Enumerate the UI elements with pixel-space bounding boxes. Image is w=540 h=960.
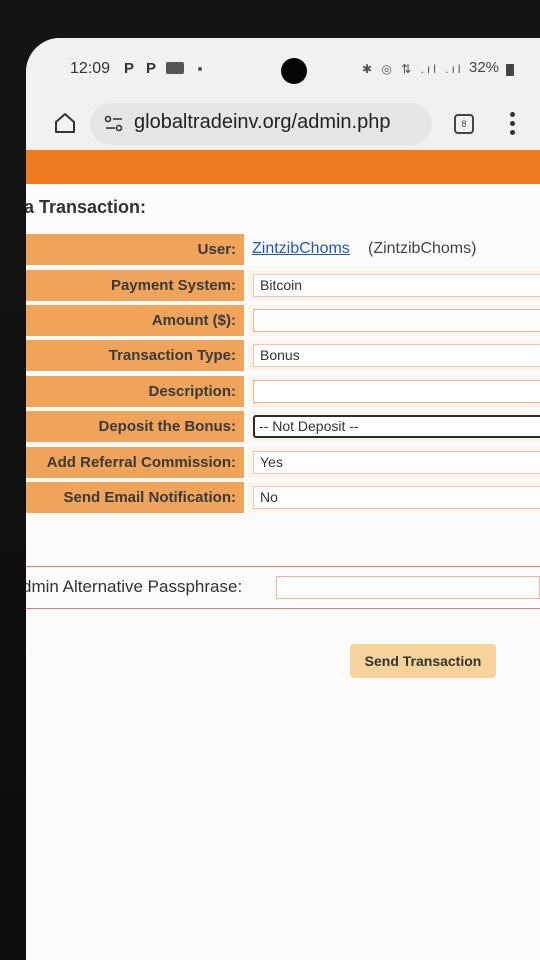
transaction-type-select[interactable]: Bonus bbox=[253, 344, 540, 367]
payment-system-select[interactable]: Bitcoin bbox=[253, 274, 540, 297]
form-label-deposit-bonus: Deposit the Bonus: bbox=[26, 411, 244, 442]
form-row-payment-system: Payment System: Bitcoin bbox=[26, 270, 540, 301]
admin-page: a Transaction: User: ZintzibChoms (Zintz… bbox=[26, 184, 540, 960]
form-label-amount: Amount ($): bbox=[26, 305, 244, 336]
browser-toolbar: globaltradeinv.org/admin.php 8 bbox=[26, 100, 540, 150]
form-label-payment-system: Payment System: bbox=[26, 270, 244, 301]
notification-dot-icon bbox=[198, 67, 202, 71]
browser-screen: 12:09 P P ✱ ◎ ⇅ .ıl .ıl 32% globaltradei… bbox=[26, 38, 540, 960]
form-row-deposit-bonus: Deposit the Bonus: -- Not Deposit -- bbox=[26, 411, 540, 442]
form-cell-deposit-bonus: -- Not Deposit -- bbox=[248, 411, 540, 442]
description-input[interactable] bbox=[253, 380, 540, 403]
more-menu-icon[interactable] bbox=[510, 112, 516, 138]
passphrase-label: dmin Alternative Passphrase: bbox=[26, 577, 243, 596]
front-camera bbox=[281, 58, 307, 84]
form-cell-transaction-type: Bonus bbox=[248, 340, 540, 371]
form-row-description: Description: bbox=[26, 376, 540, 407]
tab-switcher-icon[interactable]: 8 bbox=[454, 114, 474, 134]
referral-commission-select[interactable]: Yes bbox=[253, 451, 540, 474]
form-label-email-notification: Send Email Notification: bbox=[26, 482, 244, 513]
divider bbox=[26, 566, 540, 567]
form-row-transaction-type: Transaction Type: Bonus bbox=[26, 340, 540, 371]
url-text: globaltradeinv.org/admin.php bbox=[134, 111, 391, 133]
form-label-user: User: bbox=[26, 234, 244, 265]
passphrase-input[interactable] bbox=[276, 576, 540, 599]
status-bar: 12:09 P P ✱ ◎ ⇅ .ıl .ıl 32% bbox=[26, 38, 540, 100]
form-cell-referral-commission: Yes bbox=[248, 447, 540, 478]
form-row-amount: Amount ($): bbox=[26, 305, 540, 336]
notification-p-icon: P bbox=[146, 60, 157, 77]
divider bbox=[26, 608, 540, 609]
form-label-referral-commission: Add Referral Commission: bbox=[26, 447, 244, 478]
home-icon[interactable] bbox=[52, 110, 78, 136]
email-notification-select[interactable]: No bbox=[253, 486, 540, 509]
page-title: a Transaction: bbox=[26, 197, 147, 217]
connectivity-icons: ✱ ◎ ⇅ .ıl .ıl bbox=[362, 62, 464, 76]
form-cell-description bbox=[248, 376, 540, 407]
deposit-bonus-select[interactable]: -- Not Deposit -- bbox=[253, 415, 540, 438]
user-link[interactable]: ZintzibChoms bbox=[252, 240, 350, 258]
form-label-description: Description: bbox=[26, 376, 244, 407]
site-settings-icon[interactable] bbox=[104, 115, 124, 133]
status-time: 12:09 bbox=[70, 60, 111, 77]
form-cell-amount bbox=[248, 305, 540, 336]
address-bar[interactable]: globaltradeinv.org/admin.php bbox=[90, 103, 432, 145]
send-transaction-button[interactable]: Send Transaction bbox=[350, 644, 496, 678]
form-row-email-notification: Send Email Notification: No bbox=[26, 482, 540, 513]
form-row-user: User: ZintzibChoms (ZintzibChoms) bbox=[26, 234, 540, 265]
orange-header-banner bbox=[26, 150, 540, 184]
user-username: (ZintzibChoms) bbox=[368, 240, 477, 257]
battery-icon bbox=[506, 64, 514, 76]
battery-percent: 32% bbox=[469, 59, 500, 76]
notification-p-icon: P bbox=[124, 60, 135, 77]
form-cell-user: ZintzibChoms (ZintzibChoms) bbox=[248, 234, 540, 265]
form-cell-email-notification: No bbox=[248, 482, 540, 513]
notification-app-icon bbox=[166, 62, 184, 74]
form-cell-payment-system: Bitcoin bbox=[248, 270, 540, 301]
form-label-transaction-type: Transaction Type: bbox=[26, 340, 244, 371]
amount-input[interactable] bbox=[253, 309, 540, 332]
form-row-referral-commission: Add Referral Commission: Yes bbox=[26, 447, 540, 478]
